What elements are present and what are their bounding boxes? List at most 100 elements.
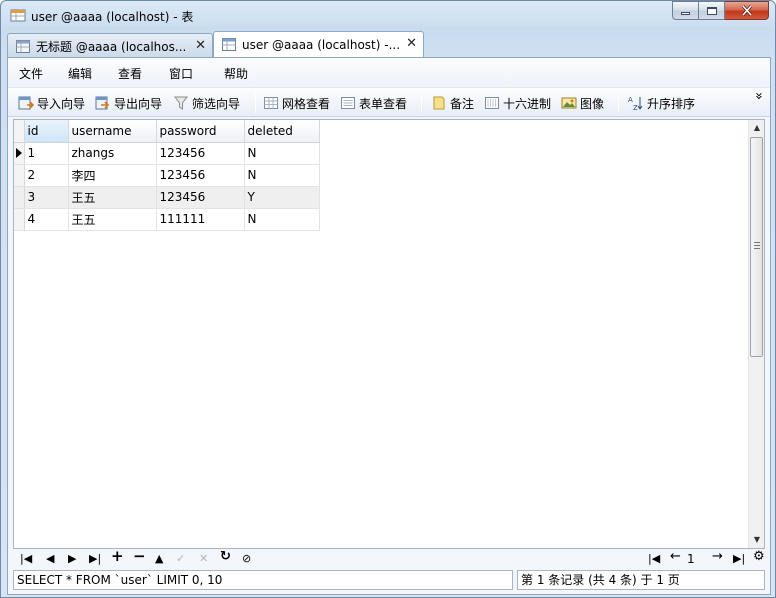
svg-text:Z: Z <box>633 104 638 111</box>
image-icon <box>561 97 577 109</box>
cell-id[interactable]: 4 <box>24 208 69 231</box>
close-button[interactable] <box>725 1 769 20</box>
page-number[interactable]: 1 <box>687 552 695 566</box>
next-record-icon[interactable]: ▶ <box>68 552 76 565</box>
cell-id[interactable]: 1 <box>24 142 69 165</box>
column-header-username[interactable]: username <box>68 120 157 143</box>
cell-deleted[interactable]: Y <box>244 186 320 209</box>
tab-label: 无标题 @aaaa (localhos... <box>36 39 187 54</box>
cell-password[interactable]: 123456 <box>156 142 245 165</box>
menu-help[interactable]: 帮助 <box>224 65 248 82</box>
cell-id[interactable]: 3 <box>24 186 69 209</box>
filter-wizard-button[interactable]: 筛选向导 <box>173 94 240 112</box>
toolbar-separator <box>421 93 422 113</box>
column-header-deleted[interactable]: deleted <box>244 120 320 143</box>
tab-user-table[interactable]: user @aaaa (localhost) -... ✕ <box>213 31 424 57</box>
export-wizard-icon <box>95 96 110 110</box>
scroll-up-icon[interactable]: ▲ <box>749 120 765 136</box>
table-row[interactable]: 3 王五 123456 Y <box>14 186 320 209</box>
last-record-icon[interactable]: ▶| <box>89 552 101 565</box>
tab-close-icon[interactable]: ✕ <box>406 36 417 51</box>
export-wizard-button[interactable]: 导出向导 <box>95 94 162 112</box>
header-row: id username password deleted <box>14 120 320 143</box>
data-grid[interactable]: id username password deleted 1 zhangs 12… <box>13 119 765 549</box>
grid-view-button[interactable]: 网格查看 <box>263 94 330 112</box>
first-page-icon[interactable]: |◀ <box>648 552 660 565</box>
menu-edit[interactable]: 编辑 <box>68 65 92 82</box>
memo-button[interactable]: 备注 <box>431 94 474 112</box>
tab-strip: 无标题 @aaaa (localhos... ✕ user @aaaa (loc… <box>7 31 771 58</box>
sort-ascending-icon: A Z <box>628 96 643 111</box>
title-bar[interactable]: user @aaaa (localhost) - 表 <box>1 1 775 31</box>
form-icon <box>341 97 355 109</box>
move-up-icon[interactable]: ▲ <box>155 552 163 565</box>
scrollbar-thumb[interactable] <box>750 137 763 357</box>
menu-view[interactable]: 查看 <box>118 65 142 82</box>
tab-close-icon[interactable]: ✕ <box>195 38 206 53</box>
tab-label: user @aaaa (localhost) -... <box>242 37 401 52</box>
maximize-icon <box>706 6 717 15</box>
scroll-down-icon[interactable]: ▼ <box>749 532 765 548</box>
form-view-button[interactable]: 表单查看 <box>340 94 407 112</box>
cell-password[interactable]: 123456 <box>156 186 245 209</box>
app-window: user @aaaa (localhost) - 表 无标题 @aaaa (lo… <box>0 0 776 598</box>
first-record-icon[interactable]: |◀ <box>20 552 32 565</box>
table-row[interactable]: 4 王五 111111 N <box>14 208 320 231</box>
last-page-icon[interactable]: ▶| <box>733 552 745 565</box>
vertical-scrollbar[interactable]: ▲ ▼ <box>748 120 764 548</box>
discard-changes-icon[interactable]: ✕ <box>199 552 208 565</box>
query-icon <box>16 39 30 53</box>
grip-icon <box>754 242 760 249</box>
cell-username[interactable]: 王五 <box>68 186 157 209</box>
image-label: 图像 <box>580 96 605 111</box>
table-icon <box>10 9 26 22</box>
toolbar-separator <box>255 93 256 113</box>
image-button[interactable]: 图像 <box>561 94 604 112</box>
cell-id[interactable]: 2 <box>24 164 69 187</box>
cell-username[interactable]: 王五 <box>68 208 157 231</box>
cell-deleted[interactable]: N <box>244 142 320 165</box>
menu-file[interactable]: 文件 <box>19 65 43 82</box>
window-controls <box>672 1 769 21</box>
cell-username[interactable]: zhangs <box>68 142 157 165</box>
toolbar-overflow-icon[interactable]: » <box>751 92 766 100</box>
previous-record-icon[interactable]: ◀ <box>46 552 54 565</box>
add-record-icon[interactable]: + <box>111 549 124 564</box>
close-icon <box>741 5 752 16</box>
cell-password[interactable]: 111111 <box>156 208 245 231</box>
table-row[interactable]: 2 李四 123456 N <box>14 164 320 187</box>
delete-record-icon[interactable]: − <box>133 549 146 564</box>
sort-ascending-button[interactable]: A Z 升序排序 <box>628 94 695 112</box>
row-indicator <box>14 186 25 209</box>
import-wizard-button[interactable]: 导入向导 <box>18 94 85 112</box>
note-icon <box>433 96 445 110</box>
row-indicator <box>14 164 25 187</box>
column-header-id[interactable]: id <box>24 120 69 143</box>
minimize-button[interactable] <box>672 1 699 20</box>
form-view-label: 表单查看 <box>359 96 408 111</box>
hex-button[interactable]: 十六进制 <box>484 94 551 112</box>
cell-password[interactable]: 123456 <box>156 164 245 187</box>
cell-deleted[interactable]: N <box>244 208 320 231</box>
next-page-icon[interactable]: → <box>712 550 723 563</box>
row-indicator-header <box>14 120 25 143</box>
row-pointer-icon <box>16 148 22 158</box>
grid-view-label: 网格查看 <box>282 96 331 111</box>
records-table: id username password deleted 1 zhangs 12… <box>14 120 320 231</box>
tab-untitled-query[interactable]: 无标题 @aaaa (localhos... ✕ <box>7 33 213 58</box>
import-wizard-label: 导入向导 <box>37 96 86 111</box>
refresh-icon[interactable]: ↻ <box>220 550 231 563</box>
export-wizard-label: 导出向导 <box>114 96 163 111</box>
grid-icon <box>264 97 278 109</box>
column-header-password[interactable]: password <box>156 120 245 143</box>
settings-icon[interactable]: ⚙ <box>753 550 765 563</box>
apply-changes-icon[interactable]: ✓ <box>176 552 185 565</box>
sort-ascending-label: 升序排序 <box>647 96 696 111</box>
previous-page-icon[interactable]: ← <box>670 550 681 563</box>
cell-username[interactable]: 李四 <box>68 164 157 187</box>
stop-icon[interactable]: ⊘ <box>242 552 251 565</box>
maximize-button[interactable] <box>699 1 725 20</box>
menu-window[interactable]: 窗口 <box>169 65 193 82</box>
table-row[interactable]: 1 zhangs 123456 N <box>14 142 320 165</box>
cell-deleted[interactable]: N <box>244 164 320 187</box>
